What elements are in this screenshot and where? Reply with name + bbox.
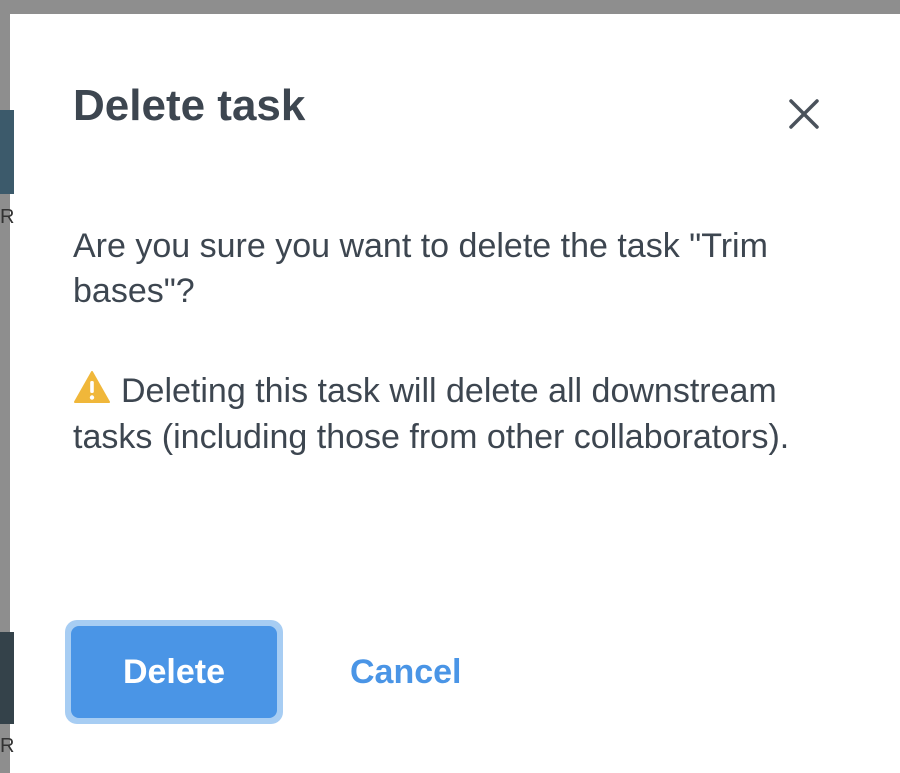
dialog-title: Delete task [73, 81, 306, 130]
confirmation-message: Are you sure you want to delete the task… [73, 227, 768, 310]
warning-icon [73, 370, 111, 404]
delete-task-dialog: Delete task Are you sure you want to del… [14, 20, 900, 773]
background-text-fragment: R [0, 735, 15, 757]
overlay-top-edge [0, 0, 900, 14]
background-text-fragment: R [0, 206, 15, 228]
cancel-button[interactable]: Cancel [330, 632, 482, 712]
warning-message: Deleting this task will delete all downs… [73, 368, 833, 460]
close-button[interactable] [784, 94, 824, 134]
warning-text: Deleting this task will delete all downs… [73, 372, 790, 456]
delete-button[interactable]: Delete [71, 626, 277, 718]
background-panel-strip [0, 632, 14, 724]
background-panel-strip [0, 110, 14, 194]
close-icon [789, 99, 819, 129]
